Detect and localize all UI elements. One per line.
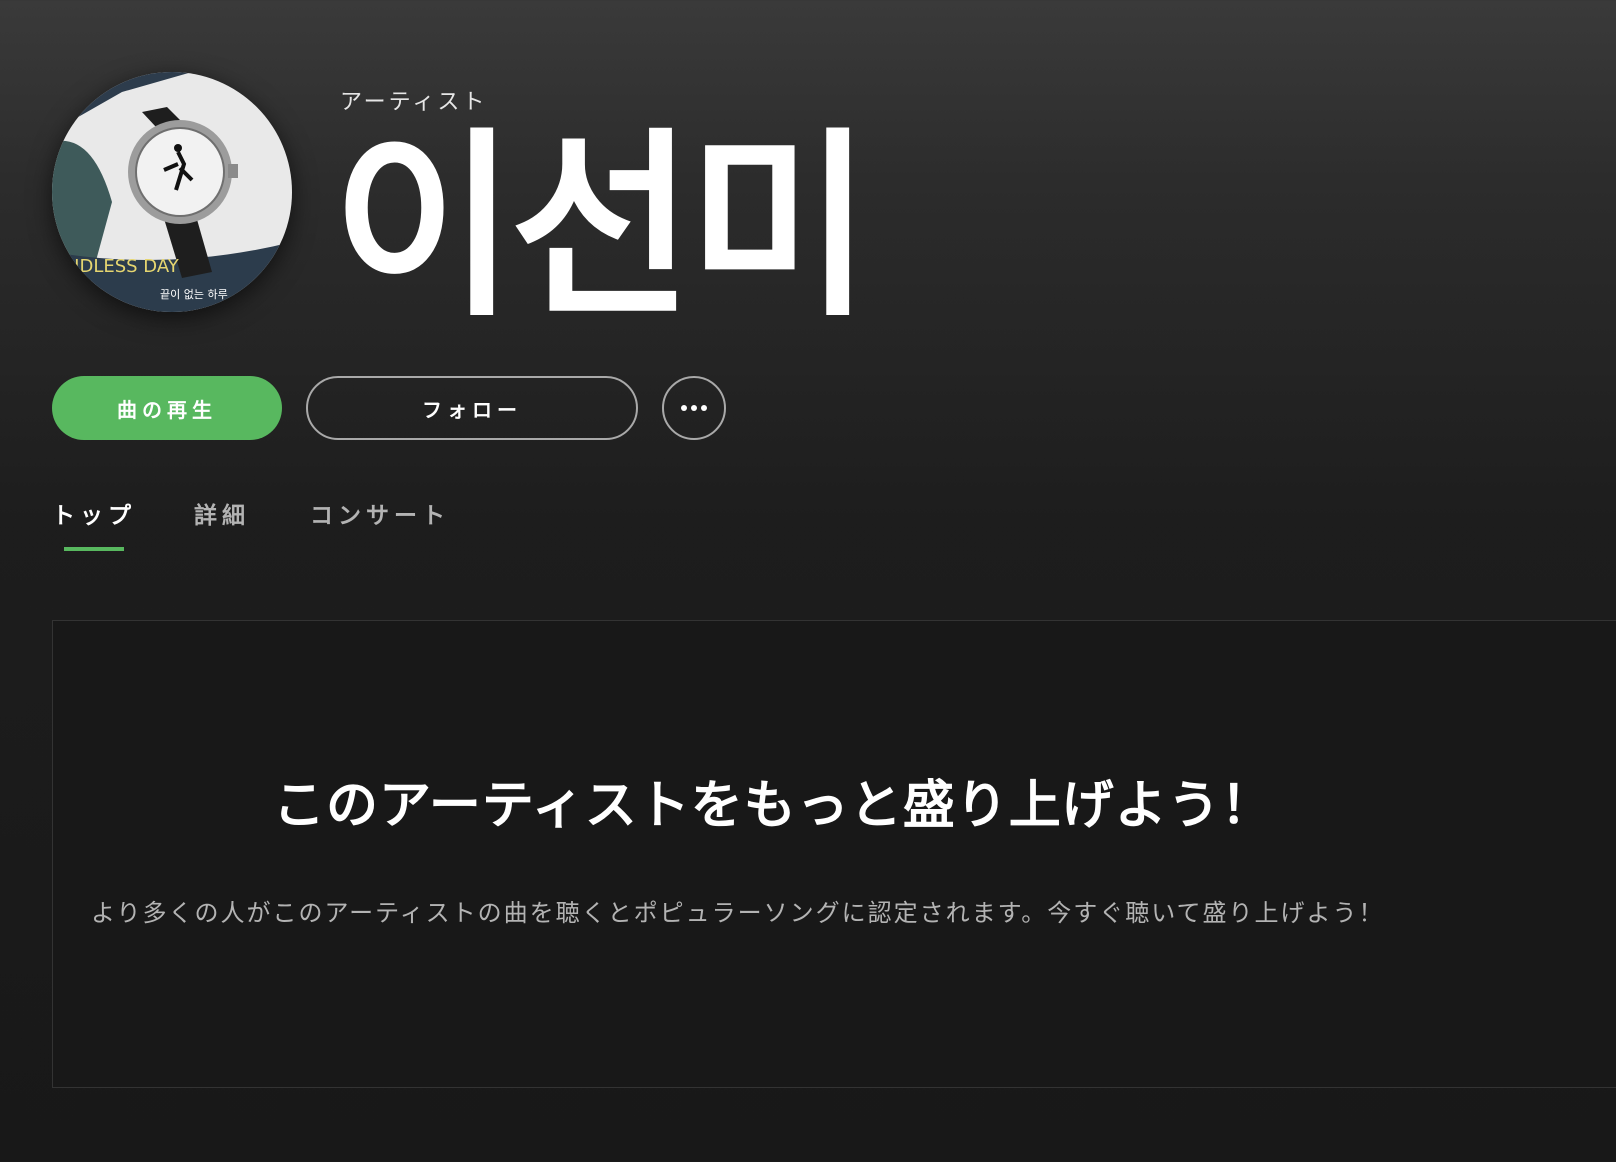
promo-title: このアーティストをもっと盛り上げよう！ — [273, 776, 1274, 836]
tab-top[interactable]: トップ — [52, 496, 136, 530]
active-tab-indicator — [64, 547, 124, 551]
album-art-korean-text: 끝이 없는 하루 — [160, 287, 228, 301]
album-art-image: NDLESS DAY 끝이 없는 하루 — [52, 72, 292, 312]
dot-icon — [691, 405, 697, 411]
artist-avatar: NDLESS DAY 끝이 없는 하루 — [52, 72, 292, 312]
tab-concerts[interactable]: コンサート — [310, 496, 450, 530]
more-options-button[interactable] — [662, 376, 726, 440]
play-button[interactable]: 曲の再生 — [52, 376, 282, 440]
dot-icon — [681, 405, 687, 411]
popularity-promo-panel: このアーティストをもっと盛り上げよう！ より多くの人がこのアーティストの曲を聴く… — [52, 620, 1616, 1088]
album-art-english-text: NDLESS DAY — [66, 256, 180, 277]
tab-details[interactable]: 詳細 — [194, 496, 250, 530]
dot-icon — [701, 405, 707, 411]
promo-description: より多くの人がこのアーティストの曲を聴くとポピュラーソングに認定されます。今すぐ… — [91, 899, 1385, 927]
artist-name: 이선미 — [332, 111, 872, 344]
follow-button[interactable]: フォロー — [306, 376, 638, 440]
more-dots-icon — [681, 405, 707, 411]
artist-header: NDLESS DAY 끝이 없는 하루 アーティスト 이선미 — [52, 72, 1552, 328]
